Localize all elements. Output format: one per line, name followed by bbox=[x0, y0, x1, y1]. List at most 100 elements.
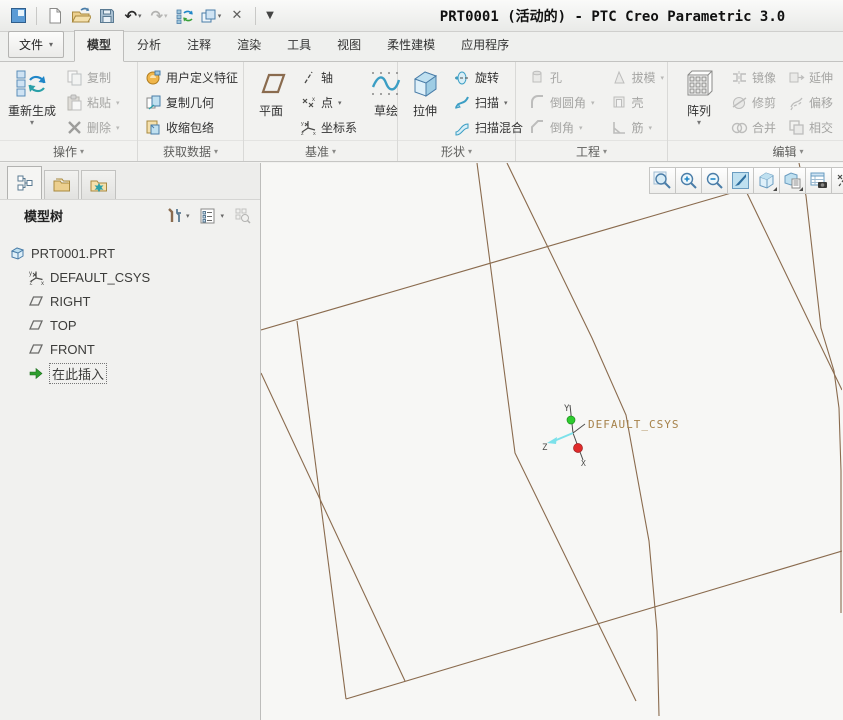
csys-leader-line bbox=[573, 424, 585, 433]
saved-orientations-button[interactable] bbox=[753, 167, 780, 194]
intersect-icon bbox=[788, 119, 805, 136]
datum-plane-icon bbox=[254, 67, 288, 101]
tree-item-default-csys[interactable]: yzx DEFAULT_CSYS bbox=[10, 265, 260, 289]
customize-toolbar-button[interactable]: ▼ bbox=[262, 4, 278, 28]
chamfer-button: 倒角 ▾ bbox=[526, 115, 598, 140]
folder-browser-tab[interactable] bbox=[44, 170, 79, 199]
csys-y-label: Y bbox=[564, 404, 570, 414]
round-button: 倒圆角 ▾ bbox=[526, 90, 598, 115]
view-manager-button[interactable] bbox=[779, 167, 806, 194]
chamfer-icon bbox=[529, 119, 546, 136]
default-csys-triad[interactable]: Y Z X DEFAULT_CSYS bbox=[542, 404, 679, 468]
group-label-shapes[interactable]: 形状 bbox=[398, 140, 515, 161]
datum-axis-icon bbox=[300, 69, 317, 86]
copy-geometry-icon bbox=[145, 94, 162, 111]
datum-plane-icon bbox=[28, 318, 44, 332]
datum-plane-icon bbox=[28, 342, 44, 356]
extrude-button[interactable]: 拉伸 bbox=[402, 65, 448, 119]
undo-button[interactable]: ↶▾ bbox=[121, 4, 145, 28]
undo-dropdown-arrow[interactable]: ▾ bbox=[138, 12, 142, 20]
tree-item-insert-here[interactable]: 在此插入 bbox=[10, 361, 260, 385]
shrinkwrap-button[interactable]: 收缩包络 bbox=[142, 115, 241, 140]
sweep-button[interactable]: 扫描 ▾ bbox=[451, 90, 526, 115]
udf-button[interactable]: 用户定义特征 bbox=[142, 65, 241, 90]
tree-filter-button[interactable]: ▾ bbox=[197, 205, 226, 227]
group-label-get-data[interactable]: 获取数据 bbox=[138, 140, 243, 161]
tab-applications[interactable]: 应用程序 bbox=[448, 30, 522, 61]
revolve-button[interactable]: 旋转 bbox=[451, 65, 526, 90]
tree-item-front-plane[interactable]: FRONT bbox=[10, 337, 260, 361]
sketch-curve-right bbox=[799, 163, 841, 613]
title-bar: ↶▾ ↷▾ ▾ ✕ ▼ PRT0001 (活动的) - PTC Creo Par… bbox=[0, 0, 843, 32]
tree-settings-button[interactable]: ▾ bbox=[163, 205, 192, 227]
merge-button: 合并 bbox=[728, 115, 779, 140]
ribbon-group-edit: 阵列 ▾ 镜像 修剪 合并 延伸 bbox=[668, 62, 843, 161]
sketch-line-left bbox=[297, 321, 346, 699]
app-window-icon[interactable] bbox=[6, 4, 30, 28]
svg-text:x: x bbox=[41, 281, 44, 285]
redo-button[interactable]: ↷▾ bbox=[147, 4, 171, 28]
model-tree-tab[interactable] bbox=[7, 166, 42, 199]
offset-icon bbox=[788, 94, 805, 111]
datum-point-button[interactable]: x 点 ▾ bbox=[297, 90, 360, 115]
model-tree-title: 模型树 bbox=[24, 206, 157, 225]
navigator-tab-strip bbox=[0, 163, 260, 200]
dropdown-arrow[interactable]: ▾ bbox=[697, 119, 701, 127]
sketch-geometry: Y Z X DEFAULT_CSYS bbox=[261, 163, 842, 720]
datum-plane-button[interactable]: 平面 bbox=[248, 65, 294, 119]
tree-item-top-plane[interactable]: TOP bbox=[10, 313, 260, 337]
sketch-line-top bbox=[261, 189, 745, 330]
csys-y-marker bbox=[567, 416, 575, 424]
zoom-region-button[interactable] bbox=[649, 167, 676, 194]
datum-display-filters-icon: A bbox=[835, 171, 843, 190]
model-tree-header: 模型树 ▾ ▾ bbox=[0, 200, 260, 231]
svg-text:y: y bbox=[301, 121, 304, 127]
pattern-button[interactable]: 阵列 ▾ bbox=[676, 65, 722, 127]
copy-geometry-button[interactable]: 复制几何 bbox=[142, 90, 241, 115]
window-switch-dropdown-arrow[interactable]: ▾ bbox=[218, 12, 222, 20]
close-window-button[interactable]: ✕ bbox=[225, 4, 249, 28]
datum-axis-button[interactable]: 轴 bbox=[297, 65, 360, 90]
ribbon-group-get-data: 用户定义特征 复制几何 收缩包络 获取数据 bbox=[138, 62, 244, 161]
datum-csys-button[interactable]: yzx 坐标系 bbox=[297, 115, 360, 140]
model-tree: PRT0001.PRT yzx DEFAULT_CSYS RIGHT TOP F… bbox=[0, 231, 260, 720]
csys-name-label: DEFAULT_CSYS bbox=[588, 418, 679, 431]
refit-button[interactable] bbox=[727, 167, 754, 194]
group-label-engineering[interactable]: 工程 bbox=[516, 140, 667, 161]
group-label-edit[interactable]: 编辑 bbox=[668, 140, 843, 161]
tab-flexible-modeling[interactable]: 柔性建模 bbox=[374, 30, 448, 61]
zoom-in-button[interactable] bbox=[675, 167, 702, 194]
tree-item-right-plane[interactable]: RIGHT bbox=[10, 289, 260, 313]
regenerate-button[interactable]: 重新生成 ▾ bbox=[4, 65, 60, 127]
dropdown-arrow[interactable]: ▾ bbox=[30, 119, 34, 127]
hole-button: 孔 bbox=[526, 65, 598, 90]
zoom-out-icon bbox=[705, 171, 724, 190]
window-switch-button[interactable]: ▾ bbox=[199, 4, 223, 28]
delete-button: 删除 ▾ bbox=[63, 115, 123, 140]
graphics-area[interactable]: Y Z X DEFAULT_CSYS bbox=[261, 163, 843, 720]
group-label-datum[interactable]: 基准 bbox=[244, 140, 397, 161]
svg-text:x: x bbox=[313, 131, 316, 136]
regenerate-manager-button[interactable] bbox=[173, 4, 197, 28]
tree-item-part[interactable]: PRT0001.PRT bbox=[10, 241, 260, 265]
tab-tools[interactable]: 工具 bbox=[274, 30, 324, 61]
group-label-operations[interactable]: 操作 bbox=[0, 140, 137, 161]
csys-z-label: Z bbox=[542, 443, 548, 453]
redo-dropdown-arrow: ▾ bbox=[164, 12, 168, 20]
save-button[interactable] bbox=[95, 4, 119, 28]
new-file-button[interactable] bbox=[43, 4, 67, 28]
display-style-button[interactable] bbox=[805, 167, 832, 194]
zoom-out-button[interactable] bbox=[701, 167, 728, 194]
tab-view[interactable]: 视图 bbox=[324, 30, 374, 61]
swept-blend-button[interactable]: 扫描混合 bbox=[451, 115, 526, 140]
tab-analysis[interactable]: 分析 bbox=[124, 30, 174, 61]
datum-display-filters-button[interactable]: A bbox=[831, 167, 843, 194]
model-tree-icon bbox=[16, 174, 34, 192]
tab-model[interactable]: 模型 bbox=[74, 30, 124, 62]
file-menu-button[interactable]: 文件▾ bbox=[8, 31, 64, 58]
open-file-button[interactable] bbox=[69, 4, 93, 28]
tab-render[interactable]: 渲染 bbox=[224, 30, 274, 61]
favorites-tab[interactable] bbox=[81, 170, 116, 199]
tab-annotate[interactable]: 注释 bbox=[174, 30, 224, 61]
application-window: { "window": { "title": "PRT0001 (活动的) - … bbox=[0, 0, 843, 720]
